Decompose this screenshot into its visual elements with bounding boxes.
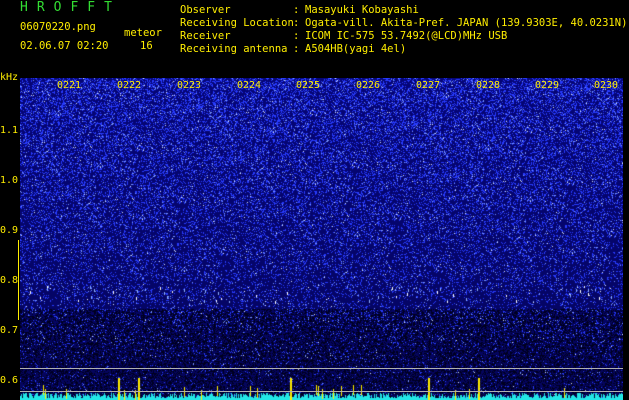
- spectrogram-canvas: [20, 78, 623, 400]
- colon: :: [293, 4, 300, 16]
- antenna-value: A504HB(yagi 4el): [305, 43, 407, 55]
- hrofft-window: HROFFT 06070220.png 02.06.07 02:20 meteo…: [0, 0, 629, 400]
- y-tick-label: 0.7: [0, 325, 19, 336]
- meteor-count: 16: [140, 40, 153, 52]
- x-tick-label: 0222: [117, 80, 142, 91]
- filename-label: 06070220.png: [20, 21, 96, 33]
- y-tick-label: 1.1: [0, 125, 19, 136]
- x-tick-label: 0229: [535, 80, 560, 91]
- meteor-label: meteor: [124, 27, 162, 39]
- antenna-label: Receiving antenna: [180, 43, 288, 55]
- x-tick-label: 0225: [296, 80, 321, 91]
- spectrogram-plot: [20, 78, 623, 400]
- location-label: Receiving Location: [180, 17, 294, 29]
- receiver-value: ICOM IC-575 53.7492(@LCD)MHz USB: [305, 30, 508, 42]
- y-tick-label: 1.0: [0, 175, 19, 186]
- colon: :: [293, 43, 300, 55]
- receiver-label: Receiver: [180, 30, 231, 42]
- header-panel: HROFFT 06070220.png 02.06.07 02:20 meteo…: [0, 0, 629, 78]
- x-tick-label: 0223: [177, 80, 202, 91]
- x-tick-label: 0230: [594, 80, 619, 91]
- y-axis-unit: kHz: [0, 72, 19, 83]
- y-axis-line: [18, 240, 19, 320]
- colon: :: [293, 17, 300, 29]
- colon: :: [293, 30, 300, 42]
- x-tick-label: 0224: [237, 80, 262, 91]
- datetime-label: 02.06.07 02:20: [20, 40, 109, 52]
- x-tick-label: 0221: [57, 80, 82, 91]
- y-tick-label: 0.8: [0, 275, 19, 286]
- reference-line: [20, 391, 623, 392]
- app-title: HROFFT: [20, 0, 121, 15]
- observer-value: Masayuki Kobayashi: [305, 4, 419, 16]
- location-value: Ogata-vill. Akita-Pref. JAPAN (139.9303E…: [305, 17, 628, 29]
- x-tick-label: 0227: [416, 80, 441, 91]
- x-tick-label: 0228: [476, 80, 501, 91]
- x-tick-label: 0226: [356, 80, 381, 91]
- y-tick-label: 0.6: [0, 375, 19, 386]
- observer-label: Observer: [180, 4, 231, 16]
- reference-line: [20, 368, 623, 369]
- y-tick-label: 0.9: [0, 225, 19, 236]
